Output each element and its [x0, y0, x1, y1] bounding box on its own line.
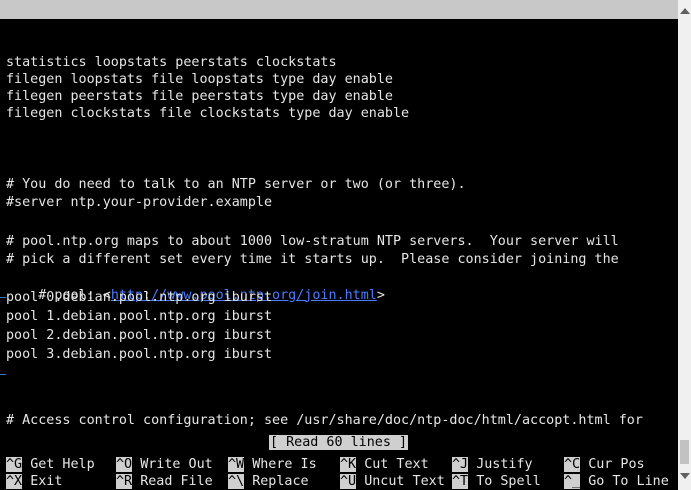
shortcut-key: ^W: [228, 457, 245, 472]
shortcut-label: Cur Pos: [588, 457, 645, 472]
editor-line[interactable]: # Access control configuration; see /usr…: [6, 413, 643, 430]
shortcut-label: Justify: [476, 457, 533, 472]
editor-line[interactable]: pool 0.debian.pool.ntp.org iburst: [6, 290, 272, 307]
pool-line-suffix: >: [376, 287, 385, 303]
shortcut-label: Exit: [30, 474, 63, 489]
shortcut-where-is[interactable]: ^W Where Is: [228, 457, 317, 473]
editor-line[interactable]: pool 3.debian.pool.ntp.org iburst: [6, 347, 272, 364]
shortcut-key: ^X: [6, 474, 23, 489]
editor-line[interactable]: filegen clockstats file clockstats type …: [6, 106, 409, 123]
shortcut-read-file[interactable]: ^R Read File: [116, 474, 213, 490]
editor-line[interactable]: # You do need to talk to an NTP server o…: [6, 177, 466, 194]
shortcut-label: Cut Text: [364, 457, 429, 472]
editor-line[interactable]: filegen loopstats file loopstats type da…: [6, 72, 393, 89]
shortcut-label: Go To Line: [588, 474, 669, 489]
editor-line[interactable]: pool 1.debian.pool.ntp.org iburst: [6, 309, 272, 326]
editor-line[interactable]: statistics loopstats peerstats clockstat…: [6, 55, 337, 72]
vertical-scrollbar[interactable]: [678, 0, 691, 490]
shortcut-label: Read File: [140, 474, 213, 489]
shortcut-key: ^_: [564, 474, 581, 489]
editor-line[interactable]: pool 2.debian.pool.ntp.org iburst: [6, 328, 272, 345]
shortcut-get-help[interactable]: ^G Get Help: [6, 457, 95, 473]
selection-marker-bottom: [0, 374, 6, 375]
editor-line[interactable]: filegen peerstats file peerstats type da…: [6, 89, 393, 106]
scroll-up-arrow-icon[interactable]: [680, 8, 690, 14]
app-name: GNU nano 3.2: [24, 21, 121, 36]
shortcut-bar: ^G Get Help ^O Write Out ^W Where Is ^K …: [0, 455, 678, 490]
shortcut-justify[interactable]: ^J Justify: [452, 457, 533, 473]
shortcut-uncut-text[interactable]: ^U Uncut Text: [340, 474, 445, 490]
editor-line[interactable]: #server ntp.your-provider.example: [6, 195, 272, 212]
shortcut-to-spell[interactable]: ^T To Spell: [452, 474, 541, 490]
editor-line[interactable]: # pick a different set every time it sta…: [6, 252, 619, 269]
shortcut-key: ^K: [340, 457, 357, 472]
nano-title-bar: GNU nano 3.2 /etc/ntp.conf: [0, 0, 678, 55]
status-message: [ Read 60 lines ]: [269, 435, 409, 450]
shortcut-label: Uncut Text: [364, 474, 445, 489]
shortcut-key: ^T: [452, 474, 469, 489]
shortcut-key: ^R: [116, 474, 133, 489]
shortcut-replace[interactable]: ^\ Replace: [228, 474, 309, 490]
shortcut-key: ^J: [452, 457, 469, 472]
shortcut-exit[interactable]: ^X Exit: [6, 474, 62, 490]
shortcut-key: ^G: [6, 457, 23, 472]
shortcut-key: ^U: [340, 474, 357, 489]
scroll-down-arrow-icon[interactable]: [680, 473, 690, 479]
shortcut-go-to-line[interactable]: ^_ Go To Line: [564, 474, 669, 490]
scrollbar-thumb[interactable]: [680, 440, 689, 464]
shortcut-write-out[interactable]: ^O Write Out: [116, 457, 213, 473]
nano-terminal[interactable]: GNU nano 3.2 /etc/ntp.conf statistics lo…: [0, 0, 678, 490]
shortcut-cut-text[interactable]: ^K Cut Text: [340, 457, 429, 473]
shortcut-key: ^O: [116, 457, 133, 472]
shortcut-label: Write Out: [140, 457, 213, 472]
selection-marker-top: [0, 297, 6, 298]
shortcut-label: Replace: [252, 474, 309, 489]
shortcut-key: ^\: [228, 474, 245, 489]
editor-line-pool-link[interactable]: # pool: <http://www.pool.ntp.org/join.ht…: [6, 271, 385, 303]
shortcut-cur-pos[interactable]: ^C Cur Pos: [564, 457, 645, 473]
shortcut-label: To Spell: [476, 474, 541, 489]
editor-line[interactable]: # pool.ntp.org maps to about 1000 low-st…: [6, 234, 619, 251]
shortcut-label: Get Help: [30, 457, 95, 472]
shortcut-key: ^C: [564, 457, 581, 472]
shortcut-label: Where Is: [252, 457, 317, 472]
